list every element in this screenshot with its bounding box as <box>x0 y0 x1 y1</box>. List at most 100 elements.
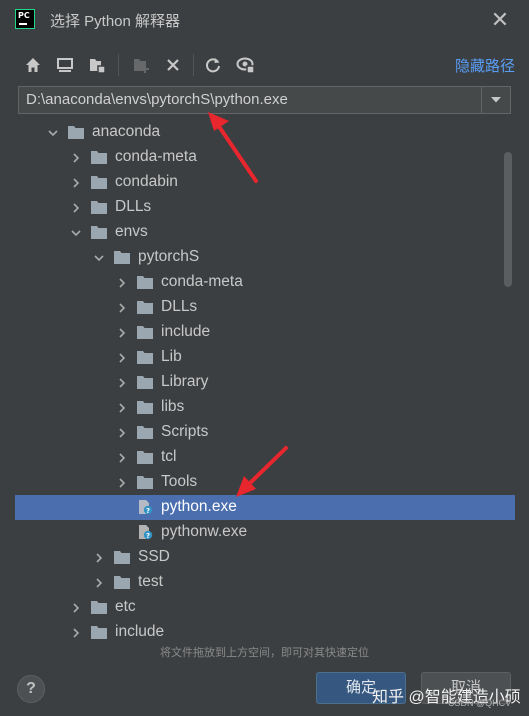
folder-icon <box>136 449 154 465</box>
chevron-right-icon[interactable] <box>70 151 82 163</box>
chevron-right-icon[interactable] <box>70 176 82 188</box>
tree-item-label: libs <box>161 398 185 415</box>
tree-item-label: conda-meta <box>115 148 197 165</box>
home-button[interactable] <box>21 53 45 77</box>
refresh-button[interactable] <box>201 53 225 77</box>
chevron-right-icon[interactable] <box>116 326 128 338</box>
csdn-watermark: CSDN @QHCV <box>448 698 512 708</box>
tree-item-label: python.exe <box>161 498 237 515</box>
desktop-button[interactable] <box>53 53 77 77</box>
new-folder-button[interactable] <box>129 53 153 77</box>
folder-icon <box>90 624 108 640</box>
tree-item-label: Lib <box>161 348 182 365</box>
tree-folder-row[interactable]: pytorchS <box>15 245 515 270</box>
toolbar-separator <box>118 54 119 76</box>
help-button[interactable]: ? <box>17 675 45 703</box>
tree-item-label: condabin <box>115 173 178 190</box>
tree-file-row[interactable]: ? pythonw.exe <box>15 520 515 545</box>
tree-file-row[interactable]: ? python.exe <box>15 495 515 520</box>
tree-item-label: include <box>115 623 165 640</box>
chevron-down-icon[interactable] <box>47 126 59 138</box>
folder-icon <box>90 174 108 190</box>
home-icon <box>26 58 40 72</box>
tree-folder-row[interactable]: Scripts <box>15 420 515 445</box>
project-button[interactable] <box>85 53 109 77</box>
chevron-right-icon[interactable] <box>116 351 128 363</box>
chevron-right-icon[interactable] <box>70 201 82 213</box>
tree-folder-row[interactable]: DLLs <box>15 295 515 320</box>
path-input[interactable]: D:\anaconda\envs\pytorchS\python.exe <box>26 91 288 108</box>
project-folder-icon <box>90 59 106 74</box>
chevron-right-icon[interactable] <box>116 276 128 288</box>
tree-item-label: test <box>138 573 163 590</box>
chevron-right-icon[interactable] <box>116 301 128 313</box>
pycharm-logo-icon: PC <box>15 9 35 29</box>
chevron-right-icon[interactable] <box>70 601 82 613</box>
hide-path-link[interactable]: 隐藏路径 <box>455 55 515 76</box>
delete-icon <box>167 59 179 71</box>
tree-folder-row[interactable]: include <box>15 620 515 644</box>
folder-icon <box>136 299 154 315</box>
chevron-down-icon[interactable] <box>93 251 105 263</box>
tree-folder-row[interactable]: Library <box>15 370 515 395</box>
chevron-right-icon[interactable] <box>116 451 128 463</box>
folder-icon <box>136 424 154 440</box>
tree-folder-row[interactable]: include <box>15 320 515 345</box>
chevron-right-icon[interactable] <box>116 376 128 388</box>
folder-icon <box>136 324 154 340</box>
python-file-icon: ? <box>136 499 154 515</box>
chevron-right-icon[interactable] <box>93 576 105 588</box>
chevron-right-icon[interactable] <box>70 626 82 638</box>
folder-icon <box>67 124 85 140</box>
path-dropdown-button[interactable] <box>481 87 510 113</box>
tree-item-label: anaconda <box>92 123 161 140</box>
chevron-down-icon[interactable] <box>70 226 82 238</box>
folder-icon <box>136 349 154 365</box>
tree-folder-row[interactable]: conda-meta <box>15 270 515 295</box>
file-tree[interactable]: anaconda conda-meta condabin DLLs envs pytorc… <box>15 118 515 644</box>
tree-folder-row[interactable]: Lib <box>15 345 515 370</box>
folder-icon <box>136 474 154 490</box>
new-folder-icon <box>134 59 149 73</box>
tree-folder-row[interactable]: libs <box>15 395 515 420</box>
folder-icon <box>90 199 108 215</box>
tree-item-label: etc <box>115 598 136 615</box>
svg-text:?: ? <box>146 532 150 540</box>
folder-icon <box>136 274 154 290</box>
chevron-right-icon[interactable] <box>116 426 128 438</box>
tree-folder-row[interactable]: test <box>15 570 515 595</box>
python-file-icon: ? <box>136 524 154 540</box>
title-bar: PC 选择 Python 解释器 ✕ <box>0 0 529 38</box>
tree-folder-row[interactable]: condabin <box>15 170 515 195</box>
chevron-right-icon[interactable] <box>116 476 128 488</box>
tree-item-label: pytorchS <box>138 248 200 265</box>
tree-folder-row[interactable]: tcl <box>15 445 515 470</box>
tree-scrollbar[interactable] <box>504 152 512 287</box>
close-button[interactable]: ✕ <box>486 6 514 34</box>
tree-folder-row[interactable]: envs <box>15 220 515 245</box>
tree-folder-row[interactable]: anaconda <box>15 120 515 145</box>
show-hidden-button[interactable] <box>234 53 258 77</box>
chevron-right-icon[interactable] <box>93 551 105 563</box>
tree-folder-row[interactable]: DLLs <box>15 195 515 220</box>
folder-icon <box>136 399 154 415</box>
tree-folder-row[interactable]: etc <box>15 595 515 620</box>
tree-folder-row[interactable]: conda-meta <box>15 145 515 170</box>
svg-text:?: ? <box>146 507 150 515</box>
tree-folder-row[interactable]: Tools <box>15 470 515 495</box>
tree-item-label: SSD <box>138 548 170 565</box>
tree-item-label: Scripts <box>161 423 209 440</box>
tree-folder-row[interactable]: SSD <box>15 545 515 570</box>
toolbar: 隐藏路径 <box>15 50 515 80</box>
path-combobox[interactable]: D:\anaconda\envs\pytorchS\python.exe <box>18 86 511 114</box>
tree-item-label: envs <box>115 223 148 240</box>
tree-item-label: conda-meta <box>161 273 243 290</box>
delete-button[interactable] <box>161 53 185 77</box>
folder-icon <box>90 149 108 165</box>
tree-item-label: tcl <box>161 448 177 465</box>
folder-icon <box>113 249 131 265</box>
tree-item-label: pythonw.exe <box>161 523 248 540</box>
tree-item-label: Library <box>161 373 209 390</box>
chevron-right-icon[interactable] <box>116 401 128 413</box>
folder-icon <box>90 224 108 240</box>
